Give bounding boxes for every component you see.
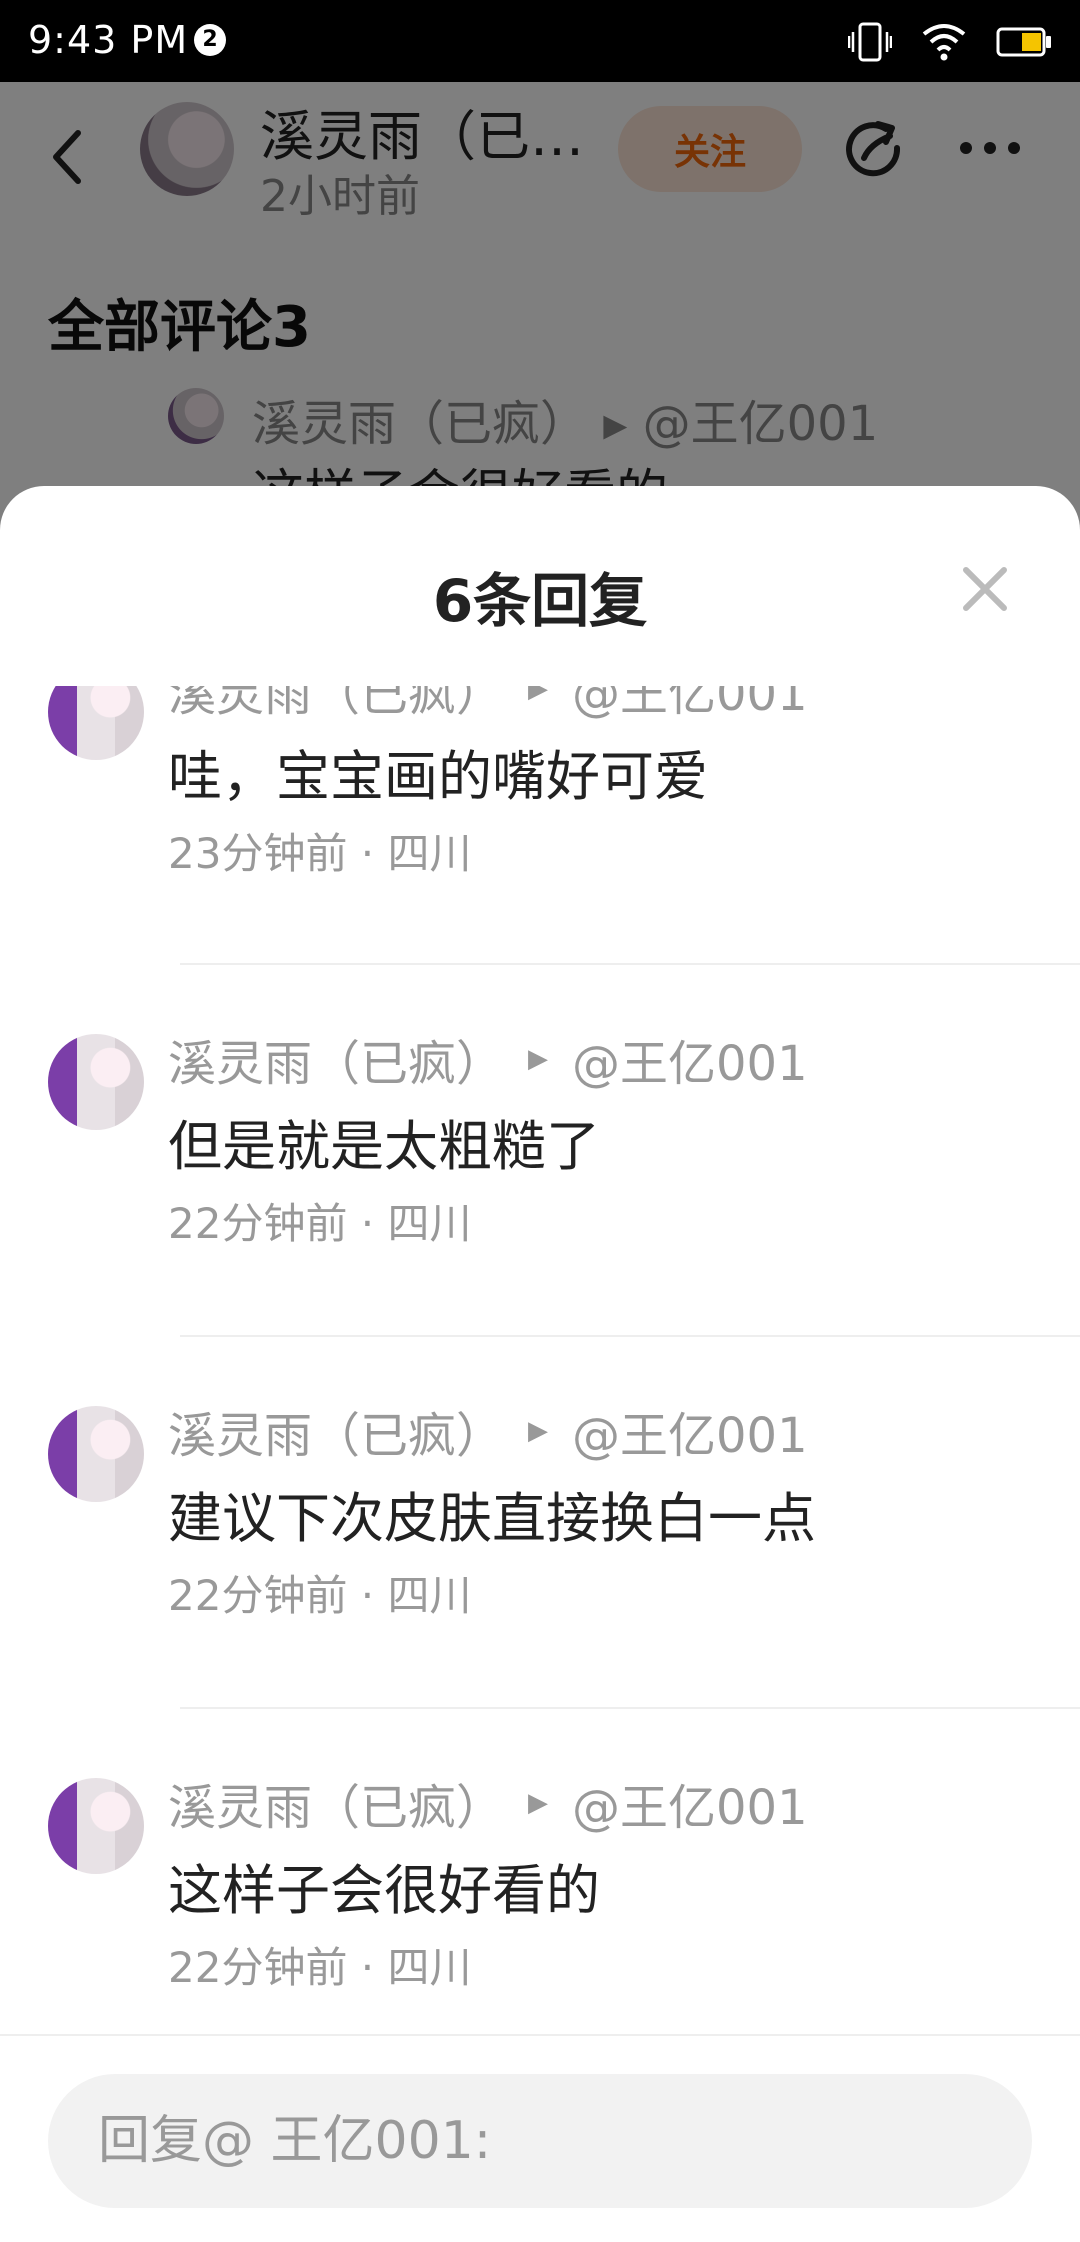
reply-meta: 溪灵雨（已疯） ▶ @王亿001: [168, 1396, 808, 1466]
reply-input-bar: [0, 2034, 1080, 2242]
status-icons: [848, 20, 1052, 64]
reply-target[interactable]: @王亿001: [572, 1768, 808, 1838]
reply-text: 建议下次皮肤直接换白一点: [168, 1487, 816, 1550]
status-bar: 9:43 PM 2: [0, 0, 1080, 82]
reply-item[interactable]: 溪灵雨（已疯） ▶ @王亿001 哇，宝宝画的嘴好可爱 23分钟前 · 四川: [0, 686, 1080, 1006]
reply-arrow-icon: ▶: [528, 1044, 549, 1074]
reply-author[interactable]: 溪灵雨（已疯）: [168, 686, 504, 724]
reply-time: 22分钟前 · 四川: [168, 1571, 472, 1620]
reply-arrow-icon: ▶: [528, 1788, 549, 1818]
reply-target[interactable]: @王亿001: [572, 1024, 808, 1094]
wifi-icon: [922, 24, 966, 61]
reply-author[interactable]: 溪灵雨（已疯）: [168, 1396, 504, 1466]
reply-target[interactable]: @王亿001: [572, 686, 808, 724]
reply-item[interactable]: 溪灵雨（已疯） ▶ @王亿001 建议下次皮肤直接换白一点 22分钟前 · 四川: [0, 1376, 1080, 1748]
reply-item[interactable]: 溪灵雨（已疯） ▶ @王亿001 这样子会很好看的 22分钟前 · 四川: [0, 1748, 1080, 2018]
reply-input[interactable]: [48, 2074, 1032, 2208]
reply-list[interactable]: 溪灵雨（已疯） ▶ @王亿001 哇，宝宝画的嘴好可爱 23分钟前 · 四川 溪…: [0, 686, 1080, 2018]
avatar[interactable]: [48, 1034, 144, 1130]
replies-sheet: 6条回复 溪灵雨（已疯） ▶ @王亿001 哇，宝宝画的嘴好可爱 23分钟前 ·…: [0, 486, 1080, 2242]
reply-time: 22分钟前 · 四川: [168, 1943, 472, 1992]
reply-target[interactable]: @王亿001: [572, 1396, 808, 1466]
reply-author[interactable]: 溪灵雨（已疯）: [168, 1768, 504, 1838]
divider: [180, 1707, 1080, 1709]
avatar[interactable]: [48, 1778, 144, 1874]
reply-meta: 溪灵雨（已疯） ▶ @王亿001: [168, 1024, 808, 1094]
reply-text: 哇，宝宝画的嘴好可爱: [168, 745, 708, 808]
divider: [180, 1335, 1080, 1337]
reply-text: 但是就是太粗糙了: [168, 1115, 600, 1178]
reply-time: 22分钟前 · 四川: [168, 1199, 472, 1248]
status-time: 9:43 PM: [28, 18, 189, 62]
avatar[interactable]: [48, 686, 144, 760]
battery-icon: [996, 27, 1051, 57]
reply-arrow-icon: ▶: [528, 1416, 549, 1446]
reply-item[interactable]: 溪灵雨（已疯） ▶ @王亿001 但是就是太粗糙了 22分钟前 · 四川: [0, 1004, 1080, 1376]
vibrate-icon: [848, 22, 892, 62]
close-icon[interactable]: [960, 564, 1010, 614]
reply-meta: 溪灵雨（已疯） ▶ @王亿001: [168, 686, 808, 724]
reply-arrow-icon: ▶: [528, 686, 549, 704]
reply-author[interactable]: 溪灵雨（已疯）: [168, 1024, 504, 1094]
sheet-title: 6条回复: [432, 567, 648, 635]
reply-meta: 溪灵雨（已疯） ▶ @王亿001: [168, 1768, 808, 1838]
reply-text: 这样子会很好看的: [168, 1859, 600, 1922]
reply-time: 23分钟前 · 四川: [168, 829, 472, 878]
divider: [180, 963, 1080, 965]
notification-badge: 2: [194, 24, 226, 56]
avatar[interactable]: [48, 1406, 144, 1502]
